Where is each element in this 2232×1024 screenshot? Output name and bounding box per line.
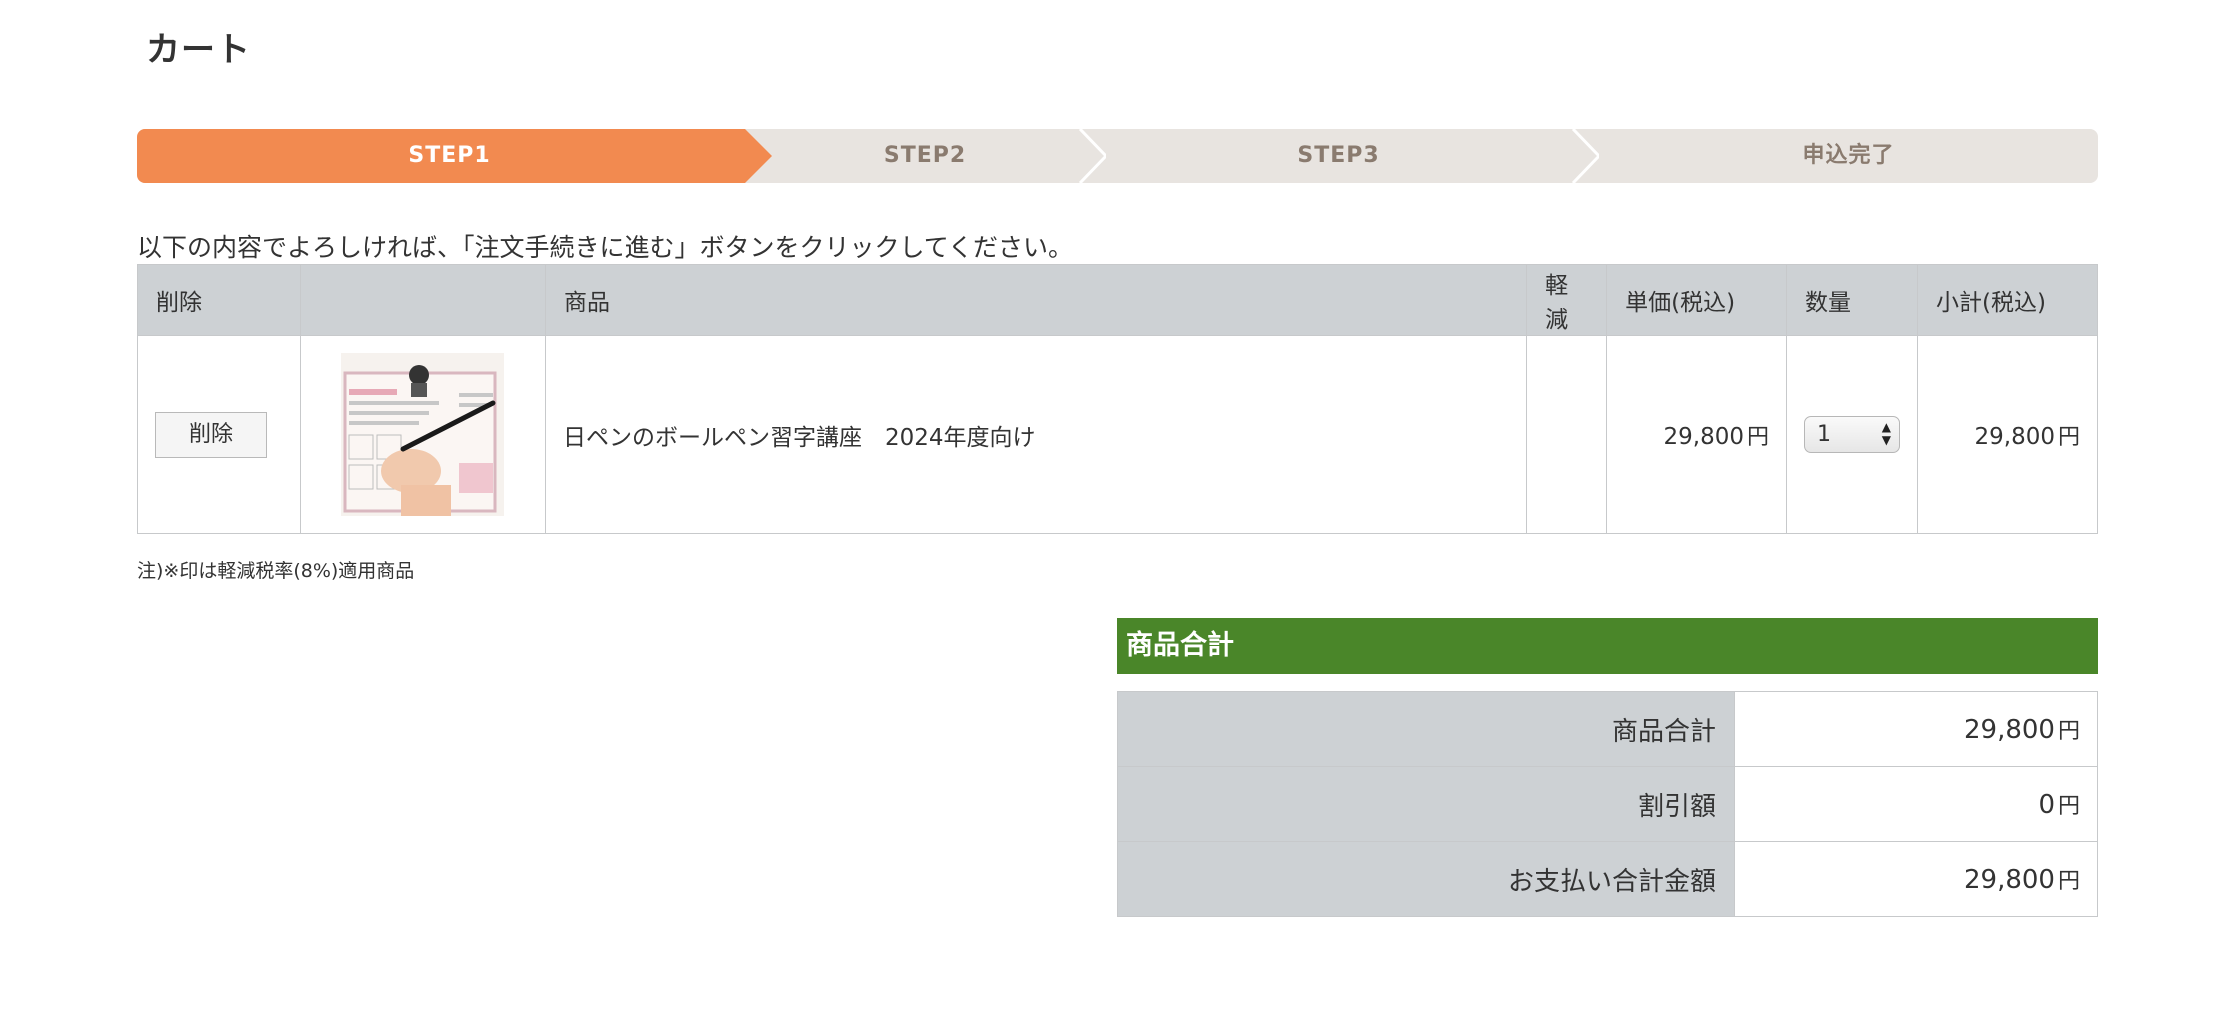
summary-value: 29,800 bbox=[1964, 715, 2055, 745]
product-name-cell: 日ペンのボールペン習字講座 2024年度向け bbox=[544, 335, 1528, 534]
summary-header: 商品合計 bbox=[1117, 618, 2098, 674]
currency-label: 円 bbox=[2057, 869, 2080, 894]
summary-row-discount: 割引額 0円 bbox=[1117, 766, 2098, 842]
chevron-divider-icon bbox=[1078, 129, 1106, 183]
select-arrows-icon: ▲ ▼ bbox=[1881, 420, 1892, 447]
header-reduced-tax: 軽減 bbox=[1526, 264, 1608, 336]
currency-label: 円 bbox=[2057, 424, 2080, 450]
step-complete-label: 申込完了 bbox=[1802, 143, 1895, 168]
quantity-select[interactable]: 1 ▲ ▼ bbox=[1804, 416, 1901, 453]
header-image bbox=[299, 264, 546, 336]
header-subtotal: 小計(税込) bbox=[1917, 264, 2098, 336]
currency-label: 円 bbox=[1747, 424, 1770, 450]
currency-label: 円 bbox=[2057, 794, 2080, 819]
cart-page: カート STEP1 STEP2 STEP3 申込完了 以下の内容でよろしければ、… bbox=[0, 0, 2232, 1024]
step-progress-bar: STEP1 STEP2 STEP3 申込完了 bbox=[137, 129, 2098, 183]
header-delete: 削除 bbox=[137, 264, 301, 336]
step-2-label: STEP2 bbox=[883, 143, 967, 168]
summary-label: 商品合計 bbox=[1117, 691, 1735, 767]
product-thumbnail-image[interactable] bbox=[341, 353, 505, 516]
header-unit-price: 単価(税込) bbox=[1606, 264, 1788, 336]
cart-table: 削除 商品 軽減 単価(税込) 数量 小計(税込) 削除 日ペンのボールペン習字… bbox=[137, 264, 2098, 534]
summary-row-product-total: 商品合計 29,800 円 bbox=[1117, 691, 2098, 767]
unit-price-value: 29,800 bbox=[1663, 423, 1745, 450]
header-product: 商品 bbox=[544, 264, 1528, 336]
summary-value: 0 bbox=[2038, 790, 2055, 820]
summary-value-cell: 29,800 円 bbox=[1734, 691, 2098, 767]
summary-value-cell: 29,800 円 bbox=[1734, 841, 2098, 917]
table-row: 削除 日ペンのボールペン習字講座 2024年度向け 29,800 円 1 ▲ ▼… bbox=[137, 335, 2098, 534]
reduced-tax-note: 注)※印は軽減税率(8%)適用商品 bbox=[137, 560, 415, 582]
delete-button[interactable]: 削除 bbox=[155, 411, 267, 458]
summary-row-payment-total: お支払い合計金額 29,800 円 bbox=[1117, 841, 2098, 917]
step-1-label: STEP1 bbox=[408, 143, 491, 168]
step-3-label: STEP3 bbox=[1297, 143, 1380, 168]
summary-table: 商品合計 29,800 円 割引額 0円 お支払い合計金額 29,800 円 bbox=[1117, 691, 2098, 917]
header-quantity: 数量 bbox=[1786, 264, 1919, 336]
image-cell bbox=[299, 335, 546, 534]
instruction-text: 以下の内容でよろしければ、「注文手続きに進む」ボタンをクリックしてください。 bbox=[137, 233, 1074, 262]
reduced-tax-cell bbox=[1526, 335, 1608, 534]
product-photo-icon bbox=[341, 353, 505, 516]
summary-value: 29,800 bbox=[1964, 865, 2055, 895]
currency-label: 円 bbox=[2057, 719, 2080, 744]
page-title: カート bbox=[146, 30, 251, 70]
cart-table-header-row: 削除 商品 軽減 単価(税込) 数量 小計(税込) bbox=[137, 264, 2098, 336]
chevron-divider-icon bbox=[1571, 129, 1599, 183]
product-name: 日ペンのボールペン習字講座 2024年度向け bbox=[562, 424, 1036, 451]
summary-label: お支払い合計金額 bbox=[1117, 841, 1735, 917]
quantity-cell: 1 ▲ ▼ bbox=[1786, 335, 1919, 534]
summary-value-cell: 0円 bbox=[1734, 766, 2098, 842]
quantity-value: 1 bbox=[1817, 422, 1832, 447]
subtotal-value: 29,800 bbox=[1974, 423, 2055, 450]
subtotal-cell: 29,800 円 bbox=[1917, 335, 2098, 534]
unit-price-cell: 29,800 円 bbox=[1606, 335, 1788, 534]
summary-label: 割引額 bbox=[1117, 766, 1735, 842]
delete-cell: 削除 bbox=[137, 335, 301, 534]
